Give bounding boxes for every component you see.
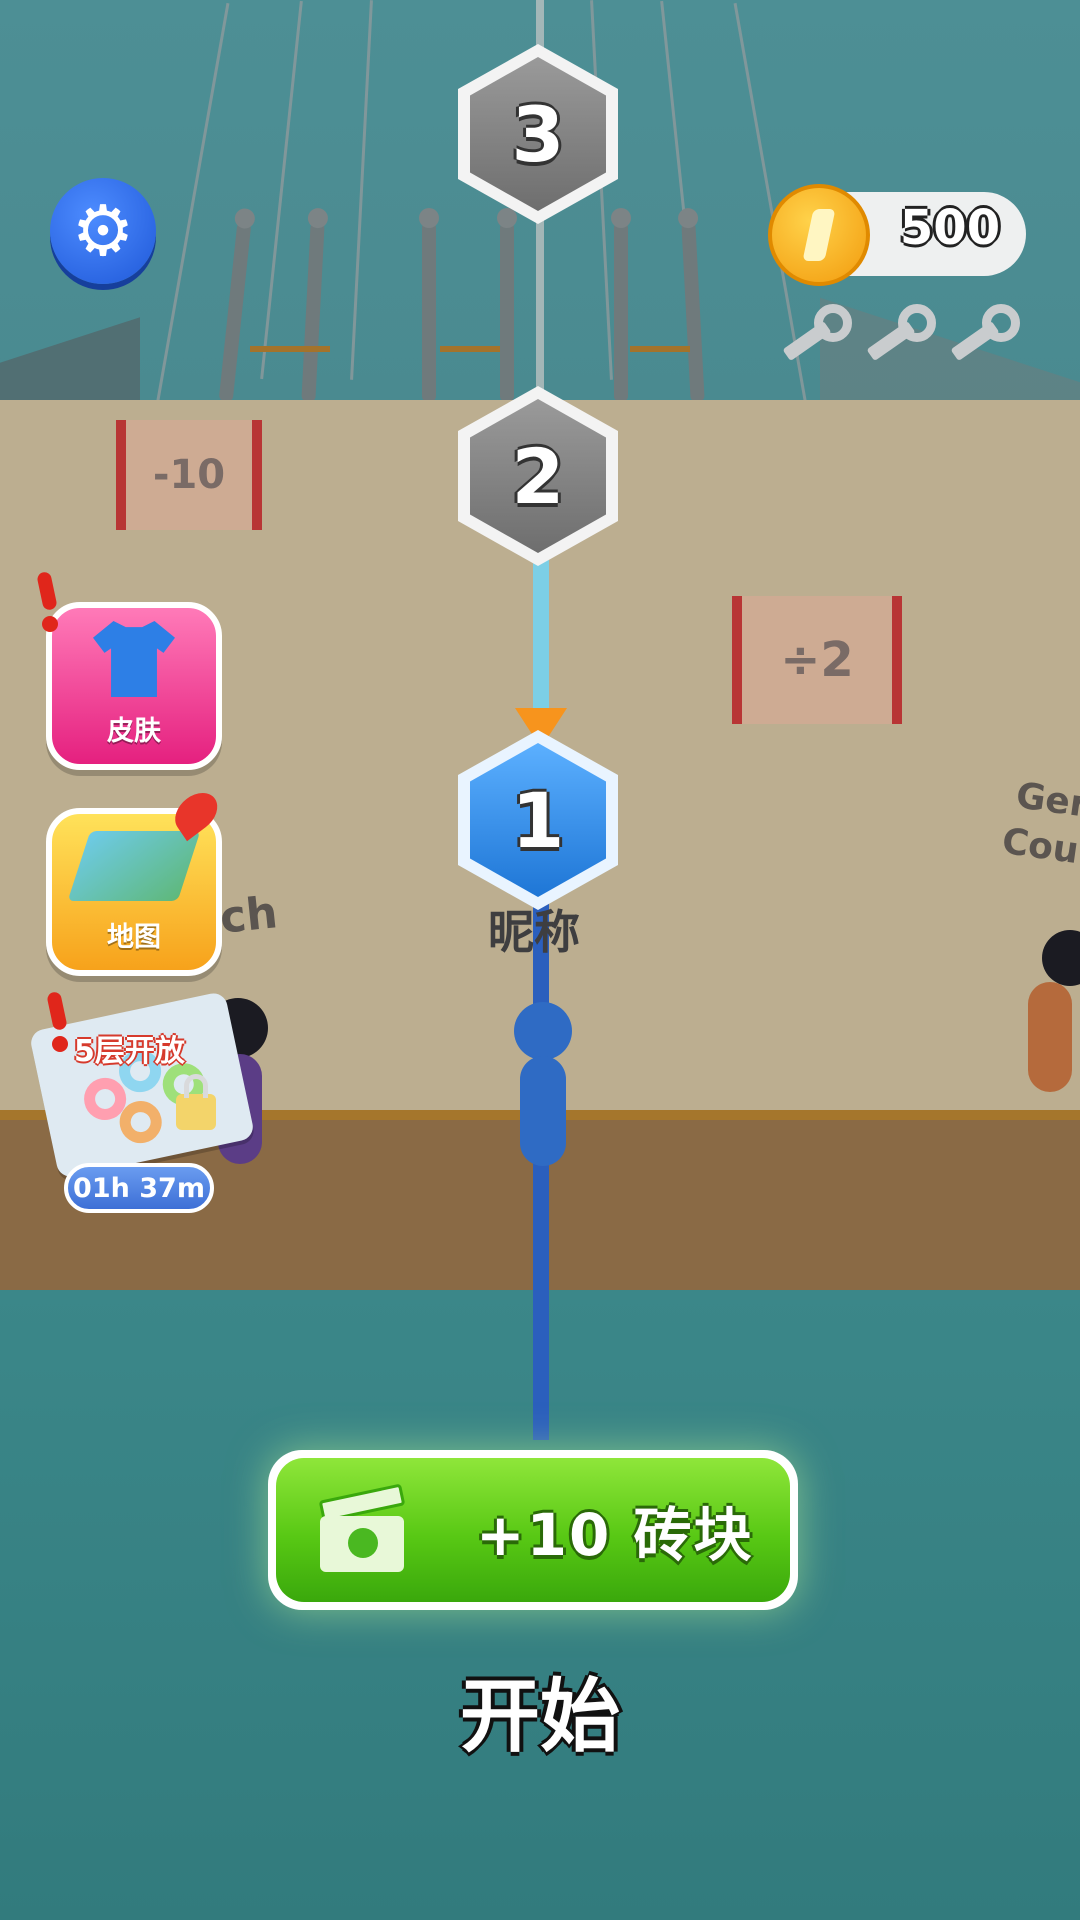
alert-badge-icon (40, 990, 74, 1054)
coin-value: 500 (899, 200, 1001, 256)
key-icon (776, 300, 856, 370)
pole (497, 208, 517, 402)
video-ad-icon (318, 1483, 406, 1572)
pole (419, 208, 439, 402)
level-node-label: 2 (470, 399, 606, 553)
map-icon (67, 784, 225, 901)
gate-label: -10 (152, 452, 226, 498)
fence (250, 346, 330, 352)
map-button[interactable]: 地图 (46, 784, 225, 976)
key-icon (944, 300, 1024, 370)
next-level-label: 5层开放 (74, 1034, 185, 1069)
pole (611, 208, 631, 402)
coin-icon (768, 184, 870, 286)
map-label: 地图 (107, 922, 161, 953)
next-level-timer: 01h 37m (64, 1163, 214, 1213)
bricks-reward-button[interactable]: +10 砖块 (268, 1450, 798, 1610)
player-character (508, 1002, 578, 1182)
fence (440, 346, 500, 352)
shirt-icon (93, 621, 175, 697)
fence (630, 346, 690, 352)
key-icon (860, 300, 940, 370)
skin-button[interactable]: 皮肤 (46, 602, 222, 770)
name-tag: ch (217, 887, 280, 944)
gate-label: ÷2 (780, 632, 854, 688)
lock-icon (176, 1074, 216, 1130)
settings-button[interactable]: ⚙ (50, 178, 156, 284)
gear-icon: ⚙ (71, 190, 135, 272)
level-node-label: 1 (470, 743, 606, 897)
level-node-label: 3 (470, 57, 606, 211)
bricks-reward-label: +10 砖块 (476, 1501, 754, 1569)
alert-badge-icon (30, 570, 64, 634)
start-button[interactable]: 开始 (0, 1652, 1080, 1768)
skin-label: 皮肤 (107, 716, 161, 747)
path-completed (533, 560, 549, 710)
rival-character (1008, 930, 1080, 1110)
gate-divide: ÷2 (732, 596, 902, 724)
gate-minus: -10 (116, 420, 262, 530)
